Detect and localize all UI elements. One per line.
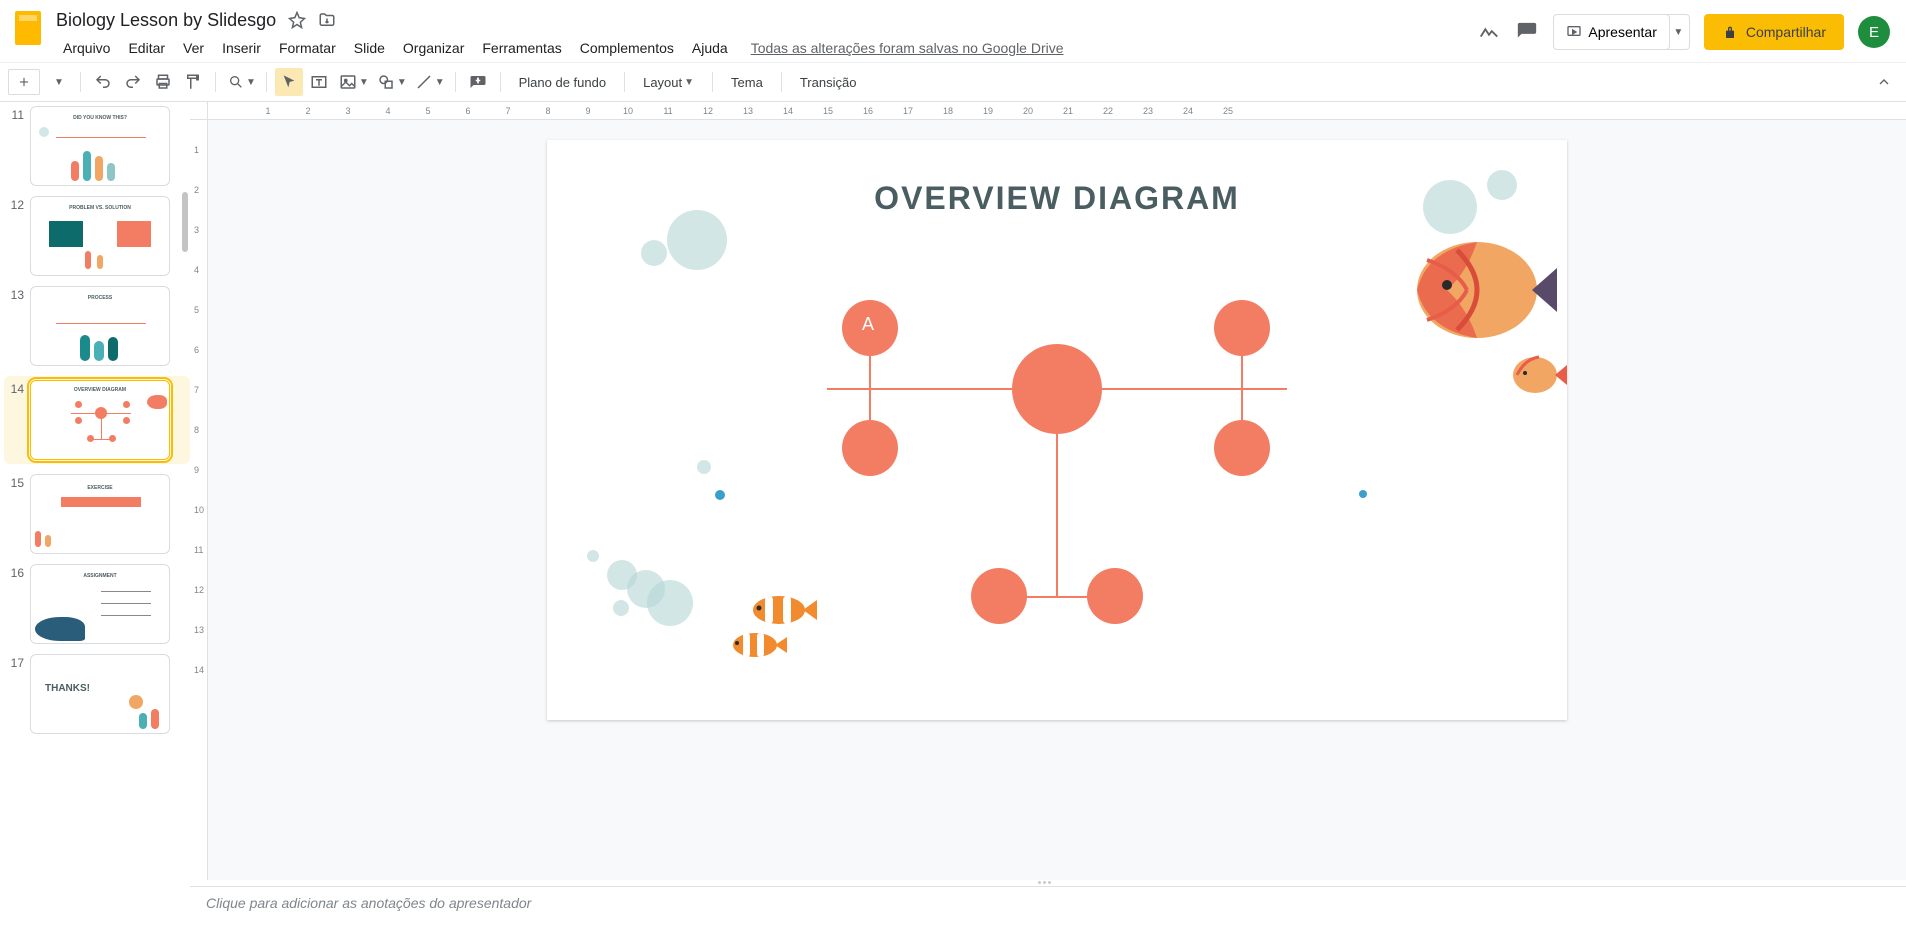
diagram-node[interactable] [971,568,1027,624]
ruler-horizontal: 1234567891011121314151617181920212223242… [190,102,1906,120]
slide-thumb-13[interactable]: PROCESS [30,286,170,366]
thumb-number: 17 [6,654,24,670]
menu-inserir[interactable]: Inserir [215,38,268,58]
diagram-node[interactable] [1214,300,1270,356]
app-logo[interactable] [8,8,48,48]
line-tool[interactable]: ▼ [411,68,447,96]
diagram-node[interactable] [1087,568,1143,624]
thumb-number: 16 [6,564,24,580]
slide-thumb-14[interactable]: OVERVIEW DIAGRAM [30,380,170,460]
slide-thumb-15[interactable]: EXERCISE [30,474,170,554]
new-slide-dropdown[interactable]: ▼ [44,68,72,96]
present-dropdown[interactable]: ▼ [1666,14,1690,50]
collapse-menus-icon[interactable] [1870,68,1898,96]
menu-ajuda[interactable]: Ajuda [685,38,735,58]
fish-illustration [1397,230,1557,360]
slide-thumb-11[interactable]: DID YOU KNOW THIS? [30,106,170,186]
menu-bar: Arquivo Editar Ver Inserir Formatar Slid… [56,34,1469,62]
diagram-node[interactable] [842,420,898,476]
image-tool[interactable]: ▼ [335,68,371,96]
small-fish-illustration [1507,350,1567,400]
print-button[interactable] [149,68,177,96]
menu-formatar[interactable]: Formatar [272,38,343,58]
save-state-link[interactable]: Todas as alterações foram salvas no Goog… [751,40,1064,56]
diagram-node-a[interactable]: A [842,300,898,356]
thumb-number: 12 [6,196,24,212]
menu-editar[interactable]: Editar [121,38,172,58]
transition-button[interactable]: Transição [790,68,867,96]
doc-title[interactable]: Biology Lesson by Slidesgo [56,10,276,31]
layout-button[interactable]: Layout▼ [633,68,704,96]
move-to-folder-icon[interactable] [318,11,336,29]
comment-tool[interactable] [464,68,492,96]
slide-thumb-16[interactable]: ASSIGNMENT [30,564,170,644]
new-slide-button[interactable] [8,69,40,95]
shape-tool[interactable]: ▼ [373,68,409,96]
clownfish-illustration [747,590,817,630]
slide-thumb-12[interactable]: PROBLEM VS. SOLUTION [30,196,170,276]
present-button-label: Apresentar [1588,24,1656,40]
zoom-button[interactable]: ▼ [224,68,258,96]
slide-stage[interactable]: OVERVIEW DIAGRAM [208,120,1906,880]
filmstrip[interactable]: 11 DID YOU KNOW THIS? 12 PROBLEM V [0,102,190,926]
activity-icon[interactable] [1477,20,1501,44]
textbox-tool[interactable] [305,68,333,96]
ruler-vertical: 1234567891011121314 [190,120,208,880]
clownfish-illustration-2 [727,628,787,662]
star-icon[interactable] [288,11,306,29]
speaker-notes[interactable]: Clique para adicionar as anotações do ap… [190,886,1906,926]
undo-button[interactable] [89,68,117,96]
diagram-node[interactable] [1214,420,1270,476]
filmstrip-scrollbar[interactable] [182,192,188,252]
diagram-center-node[interactable] [1012,344,1102,434]
slide-canvas[interactable]: OVERVIEW DIAGRAM [547,140,1567,720]
share-button[interactable]: Compartilhar [1704,14,1844,50]
paint-format-button[interactable] [179,68,207,96]
slide-thumb-17[interactable]: THANKS! [30,654,170,734]
background-button[interactable]: Plano de fundo [509,68,616,96]
theme-button[interactable]: Tema [721,68,773,96]
toolbar: ▼ ▼ ▼ ▼ [0,62,1906,102]
thumb-number: 11 [6,106,24,122]
present-button[interactable]: Apresentar [1553,14,1669,50]
thumb-number: 13 [6,286,24,302]
menu-arquivo[interactable]: Arquivo [56,38,117,58]
slide-title[interactable]: OVERVIEW DIAGRAM [874,180,1240,217]
select-tool[interactable] [275,68,303,96]
menu-ferramentas[interactable]: Ferramentas [475,38,568,58]
thumb-number: 14 [6,380,24,396]
menu-organizar[interactable]: Organizar [396,38,471,58]
share-button-label: Compartilhar [1746,24,1826,40]
comments-icon[interactable] [1515,20,1539,44]
account-avatar[interactable]: E [1858,16,1890,48]
menu-ver[interactable]: Ver [176,38,211,58]
redo-button[interactable] [119,68,147,96]
thumb-number: 15 [6,474,24,490]
menu-complementos[interactable]: Complementos [573,38,681,58]
menu-slide[interactable]: Slide [347,38,392,58]
